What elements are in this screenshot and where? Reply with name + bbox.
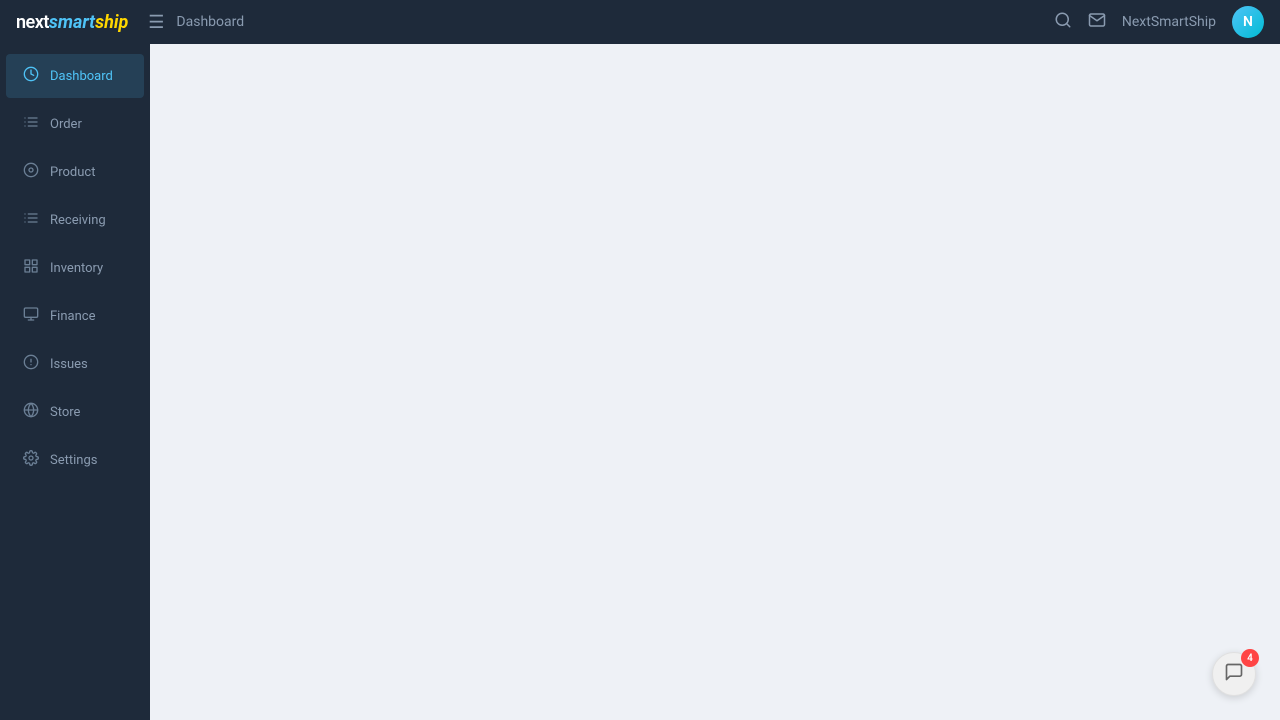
logo-smart: smart xyxy=(49,12,95,33)
sidebar-item-dashboard[interactable]: Dashboard xyxy=(6,54,144,98)
logo-ship: ship xyxy=(95,12,128,33)
receiving-icon xyxy=(22,210,40,230)
issues-icon xyxy=(22,354,40,374)
chat-badge: 4 xyxy=(1241,649,1259,667)
hamburger-icon[interactable]: ☰ xyxy=(148,12,164,33)
chat-button[interactable]: 4 xyxy=(1212,652,1256,696)
store-icon xyxy=(22,402,40,422)
sidebar-item-finance[interactable]: Finance xyxy=(6,294,144,338)
sidebar-label-inventory: Inventory xyxy=(50,261,103,276)
sidebar-label-dashboard: Dashboard xyxy=(50,69,113,84)
product-icon xyxy=(22,162,40,182)
sidebar-item-settings[interactable]: Settings xyxy=(6,438,144,482)
header-right: NextSmartShip N xyxy=(1054,6,1264,38)
main-layout: Dashboard Order xyxy=(0,44,1280,720)
sidebar-label-issues: Issues xyxy=(50,357,88,372)
sidebar-item-product[interactable]: Product xyxy=(6,150,144,194)
sidebar-item-receiving[interactable]: Receiving xyxy=(6,198,144,242)
sidebar-item-inventory[interactable]: Inventory xyxy=(6,246,144,290)
search-icon[interactable] xyxy=(1054,11,1072,34)
user-avatar[interactable]: N xyxy=(1232,6,1264,38)
inventory-icon xyxy=(22,258,40,278)
sidebar-item-order[interactable]: Order xyxy=(6,102,144,146)
settings-icon xyxy=(22,450,40,470)
logo-next: next xyxy=(16,12,49,33)
sidebar: Dashboard Order xyxy=(0,44,150,720)
sidebar-label-store: Store xyxy=(50,405,80,420)
dashboard-icon xyxy=(22,66,40,86)
sidebar-label-settings: Settings xyxy=(50,453,97,468)
app-header: nextsmartship ☰ Dashboard NextSmartShip … xyxy=(0,0,1280,44)
sidebar-label-order: Order xyxy=(50,117,82,132)
sidebar-item-store[interactable]: Store xyxy=(6,390,144,434)
sidebar-label-receiving: Receiving xyxy=(50,213,106,228)
header-left: nextsmartship ☰ Dashboard xyxy=(16,12,244,33)
main-content xyxy=(150,44,1280,720)
sidebar-item-issues[interactable]: Issues xyxy=(6,342,144,386)
sidebar-label-finance: Finance xyxy=(50,309,95,324)
breadcrumb: Dashboard xyxy=(176,14,244,30)
user-name: NextSmartShip xyxy=(1122,14,1216,30)
order-icon xyxy=(22,114,40,134)
chat-icon xyxy=(1224,662,1244,687)
sidebar-label-product: Product xyxy=(50,165,95,180)
app-logo: nextsmartship xyxy=(16,12,128,33)
mail-icon[interactable] xyxy=(1088,11,1106,34)
finance-icon xyxy=(22,306,40,326)
